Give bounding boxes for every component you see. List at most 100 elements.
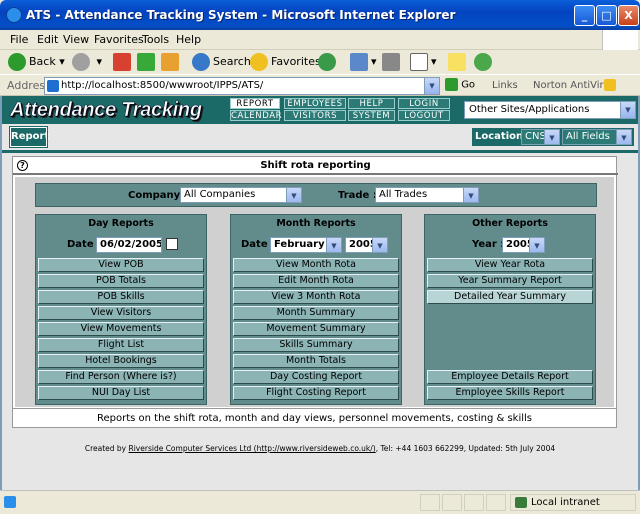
favorites-button[interactable]: Favorites bbox=[250, 52, 321, 72]
back-button[interactable]: Back ▾ bbox=[8, 52, 65, 72]
nav-login[interactable]: LOGIN bbox=[398, 98, 450, 109]
trade-value: All Trades bbox=[379, 189, 428, 200]
help-icon[interactable]: ? bbox=[17, 160, 28, 171]
chevron-down-icon[interactable]: ▼ bbox=[616, 130, 631, 144]
close-button[interactable]: X bbox=[618, 5, 639, 26]
movement-summary-button[interactable]: Movement Summary bbox=[233, 322, 399, 336]
pob-skills-button[interactable]: POB Skills bbox=[38, 290, 204, 304]
day-costing-report-button[interactable]: Day Costing Report bbox=[233, 370, 399, 384]
report-panel: ? Shift rota reporting Company : All Com… bbox=[12, 156, 618, 428]
day-reports-title: Day Reports bbox=[88, 218, 154, 229]
address-input[interactable]: http://localhost:8500/wwwroot/IPPS/ATS/ … bbox=[44, 77, 440, 95]
edit-month-rota-button[interactable]: Edit Month Rota bbox=[233, 274, 399, 288]
back-label: Back bbox=[29, 55, 56, 68]
report-content: Company : All Companies ▼ Trade : All Tra… bbox=[15, 177, 614, 407]
zone-label: Local intranet bbox=[531, 497, 600, 508]
print-button[interactable] bbox=[382, 52, 403, 72]
edit-button[interactable]: ▾ bbox=[410, 52, 437, 72]
other-reports-panel: Other Reports Year : 2005 ▼ View Year Rot… bbox=[424, 214, 596, 405]
chevron-down-icon[interactable]: ▼ bbox=[463, 188, 478, 202]
employee-details-report-button[interactable]: Employee Details Report bbox=[427, 370, 593, 384]
hotel-bookings-button[interactable]: Hotel Bookings bbox=[38, 354, 204, 368]
location-bar: Location : CNS ▼ All Fields ▼ bbox=[472, 128, 634, 146]
go-button[interactable]: Go bbox=[445, 78, 475, 91]
skills-summary-button[interactable]: Skills Summary bbox=[233, 338, 399, 352]
year-summary-report-button[interactable]: Year Summary Report bbox=[427, 274, 593, 288]
trade-select[interactable]: All Trades ▼ bbox=[375, 187, 479, 203]
view-month-rota-button[interactable]: View Month Rota bbox=[233, 258, 399, 272]
nav-employees[interactable]: EMPLOYEES bbox=[284, 98, 346, 109]
month-year-select[interactable]: 2005 ▼ bbox=[345, 237, 388, 253]
filter-bar: Company : All Companies ▼ Trade : All Tra… bbox=[35, 183, 597, 207]
page-icon bbox=[47, 80, 59, 92]
nav-visitors[interactable]: VISITORS bbox=[284, 110, 346, 121]
home-icon bbox=[161, 53, 179, 71]
history-button[interactable] bbox=[318, 52, 339, 72]
chevron-down-icon[interactable]: ▼ bbox=[544, 130, 559, 144]
month-totals-button[interactable]: Month Totals bbox=[233, 354, 399, 368]
status-segment bbox=[464, 494, 484, 511]
window-titlebar: ATS - Attendance Tracking System - Micro… bbox=[0, 0, 640, 30]
mail-button[interactable]: ▾ bbox=[350, 52, 377, 72]
flight-list-button[interactable]: Flight List bbox=[38, 338, 204, 352]
detailed-year-summary-button[interactable]: Detailed Year Summary bbox=[427, 290, 593, 304]
menu-bar: File Edit View Favorites Tools Help bbox=[0, 30, 640, 50]
month-select[interactable]: February ▼ bbox=[270, 237, 342, 253]
view-3-month-rota-button[interactable]: View 3 Month Rota bbox=[233, 290, 399, 304]
chevron-down-icon[interactable]: ▼ bbox=[372, 238, 387, 252]
menu-file[interactable]: File bbox=[10, 33, 28, 46]
nav-report[interactable]: REPORT bbox=[230, 98, 280, 109]
find-person-button[interactable]: Find Person (Where is?) bbox=[38, 370, 204, 384]
norton-icon[interactable] bbox=[604, 79, 616, 91]
minimize-button[interactable]: _ bbox=[574, 5, 595, 26]
view-visitors-button[interactable]: View Visitors bbox=[38, 306, 204, 320]
credits-prefix: Created by bbox=[84, 444, 129, 453]
nav-help[interactable]: HELP bbox=[348, 98, 395, 109]
menu-tools[interactable]: Tools bbox=[142, 33, 169, 46]
stop-button[interactable] bbox=[113, 52, 134, 72]
company-select[interactable]: All Companies ▼ bbox=[180, 187, 302, 203]
chevron-down-icon[interactable]: ▼ bbox=[326, 238, 341, 252]
search-icon bbox=[192, 53, 210, 71]
chevron-down-icon[interactable]: ▼ bbox=[620, 102, 635, 118]
maximize-button[interactable]: □ bbox=[596, 5, 617, 26]
nav-system[interactable]: SYSTEM bbox=[348, 110, 395, 121]
menu-help[interactable]: Help bbox=[176, 33, 201, 46]
norton-label[interactable]: Norton AntiVirus bbox=[533, 80, 615, 91]
favorites-label: Favorites bbox=[271, 55, 321, 68]
menu-favorites[interactable]: Favorites bbox=[94, 33, 144, 46]
location-select[interactable]: CNS ▼ bbox=[521, 129, 560, 145]
month-summary-button[interactable]: Month Summary bbox=[233, 306, 399, 320]
messenger-button[interactable] bbox=[474, 52, 495, 72]
employee-skills-report-button[interactable]: Employee Skills Report bbox=[427, 386, 593, 400]
tab-report[interactable]: Report bbox=[9, 126, 49, 148]
discuss-button[interactable] bbox=[448, 52, 469, 72]
day-date-input[interactable]: 06/02/2005 bbox=[96, 237, 162, 253]
flight-costing-report-button[interactable]: Flight Costing Report bbox=[233, 386, 399, 400]
chevron-down-icon[interactable]: ▼ bbox=[286, 188, 301, 202]
view-pob-button[interactable]: View POB bbox=[38, 258, 204, 272]
menu-view[interactable]: View bbox=[63, 33, 89, 46]
other-sites-select[interactable]: Other Sites/Applications ▼ bbox=[464, 101, 636, 119]
nui-day-list-button[interactable]: NUI Day List bbox=[38, 386, 204, 400]
nav-calendar[interactable]: CALENDAR bbox=[230, 110, 282, 121]
menu-edit[interactable]: Edit bbox=[37, 33, 58, 46]
refresh-button[interactable] bbox=[137, 52, 158, 72]
note-icon bbox=[448, 53, 466, 71]
pob-totals-button[interactable]: POB Totals bbox=[38, 274, 204, 288]
home-button[interactable] bbox=[161, 52, 182, 72]
forward-button[interactable]: ▾ bbox=[72, 52, 102, 72]
calendar-icon[interactable] bbox=[166, 238, 178, 250]
search-button[interactable]: Search bbox=[192, 52, 251, 72]
links-label[interactable]: Links bbox=[492, 80, 518, 91]
view-year-rota-button[interactable]: View Year Rota bbox=[427, 258, 593, 272]
fields-select[interactable]: All Fields ▼ bbox=[562, 129, 632, 145]
stop-icon bbox=[113, 53, 131, 71]
chevron-down-icon[interactable]: ▼ bbox=[529, 238, 544, 252]
chevron-down-icon[interactable]: ▼ bbox=[424, 78, 439, 94]
refresh-icon bbox=[137, 53, 155, 71]
credits-link[interactable]: Riverside Computer Services Ltd (http://… bbox=[129, 444, 376, 453]
other-year-select[interactable]: 2005 ▼ bbox=[502, 237, 545, 253]
nav-logout[interactable]: LOGOUT bbox=[398, 110, 450, 121]
view-movements-button[interactable]: View Movements bbox=[38, 322, 204, 336]
